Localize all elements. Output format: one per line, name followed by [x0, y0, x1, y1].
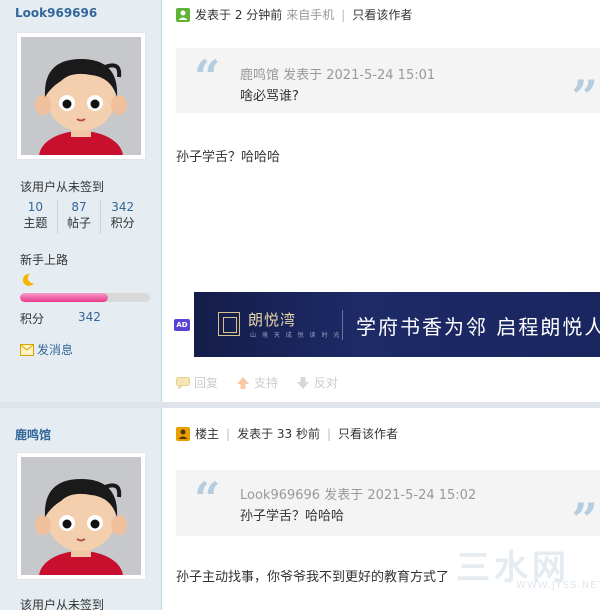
ad-brand-sub: 山 境 天 成 悦 读 时 光 — [250, 332, 342, 339]
post-time: 发表于 2 分钟前 — [195, 8, 283, 22]
divider: | — [326, 426, 332, 441]
ad-banner[interactable]: 朗悦湾 山 境 天 成 悦 读 时 光 学府书香为邻 启程朗悦人 — [194, 292, 600, 357]
only-author-link[interactable]: 只看该作者 — [338, 425, 398, 442]
quote-header: Look969696 发表于 2021-5-24 15:02 — [240, 488, 477, 503]
moon-icon — [22, 273, 34, 286]
author-name[interactable]: 鹿鸣馆 — [15, 426, 51, 443]
avatar-cartoon-icon — [35, 479, 127, 575]
reply-button[interactable]: 回复 — [176, 374, 218, 391]
quote-text: 孙子学舌？哈哈哈 — [240, 509, 345, 524]
quote-text: 啥必骂谁? — [240, 89, 299, 104]
author-name[interactable]: Look969696 — [15, 6, 97, 20]
post-actions: 回复 支持 反对 — [176, 374, 338, 391]
support-button[interactable]: 支持 — [236, 374, 278, 391]
stat-credits-label: 积分 — [110, 216, 135, 230]
user-stats: 10 主题 87 帖子 342 积分 — [14, 200, 144, 234]
ad-slogan: 学府书香为邻 启程朗悦人 — [356, 315, 600, 339]
credit-label: 积分 — [20, 312, 45, 326]
author-sidebar: Look969696 该用户从未签到 10 主题 87 帖子 342 积分 新手… — [0, 0, 162, 402]
quote-header: 鹿鸣馆 发表于 2021-5-24 15:01 — [240, 68, 436, 83]
site-watermark-url: WWW.JYSS.NET — [516, 580, 600, 591]
post-body: 发表于 2 分钟前 来自手机 | 只看该作者 “ 鹿鸣馆 发表于 2021-5-… — [162, 0, 600, 402]
oppose-label[interactable]: 反对 — [314, 374, 338, 391]
stat-posts-value[interactable]: 87 — [58, 200, 101, 215]
online-status-icon — [176, 7, 190, 22]
user-level[interactable]: 新手上路 — [20, 251, 68, 268]
reply-label[interactable]: 回复 — [194, 374, 218, 391]
thumb-down-icon — [297, 376, 310, 389]
from-mobile-link[interactable]: 来自手机 — [286, 6, 334, 23]
post-content: 孙子主动找事，你爷爷我不到更好的教育方式了 — [176, 570, 450, 585]
brand-logo-icon — [218, 312, 240, 336]
stat-threads-value[interactable]: 10 — [14, 200, 57, 215]
avatar[interactable] — [16, 452, 146, 580]
post-1: Look969696 该用户从未签到 10 主题 87 帖子 342 积分 新手… — [0, 0, 600, 402]
ad-brand: 朗悦湾 — [248, 311, 297, 329]
credit-value: 342 — [78, 310, 101, 324]
level-progress-bar — [20, 293, 150, 302]
quote-block: “ Look969696 发表于 2021-5-24 15:02 孙子学舌？哈哈… — [176, 470, 600, 547]
quote-block: “ 鹿鸣馆 发表于 2021-5-24 15:01 啥必骂谁? ” — [176, 48, 600, 124]
post-meta: 发表于 2 分钟前 来自手机 | 只看该作者 — [176, 6, 412, 23]
open-quote-icon: “ — [194, 50, 221, 104]
author-sidebar: 鹿鸣馆 该用户从未签到 — [0, 408, 162, 610]
ad-divider — [342, 310, 343, 340]
envelope-icon — [20, 343, 34, 356]
stat-credits-value[interactable]: 342 — [101, 200, 144, 215]
divider: | — [226, 426, 231, 441]
stat-posts-label: 帖子 — [67, 216, 92, 230]
close-quote-icon: ” — [571, 70, 598, 124]
thumb-up-icon — [237, 376, 250, 389]
level-progress-fill — [20, 293, 109, 302]
owner-badge-icon — [176, 426, 190, 441]
stat-threads[interactable]: 10 主题 — [14, 200, 58, 234]
stat-credits[interactable]: 342 积分 — [101, 200, 144, 234]
send-message-link[interactable]: 发消息 — [20, 341, 73, 358]
support-label[interactable]: 支持 — [254, 374, 278, 391]
only-author-link[interactable]: 只看该作者 — [352, 6, 412, 23]
signin-status: 该用户从未签到 — [20, 180, 105, 194]
close-quote-icon: ” — [571, 493, 598, 547]
divider: | — [341, 7, 346, 22]
stat-threads-label: 主题 — [23, 216, 48, 230]
open-quote-icon: “ — [194, 472, 221, 526]
avatar[interactable] — [16, 32, 146, 160]
post-content: 孙子学舌？哈哈哈 — [176, 150, 281, 165]
oppose-button[interactable]: 反对 — [296, 374, 338, 391]
reply-icon — [176, 376, 190, 389]
signin-status: 该用户从未签到 — [20, 598, 105, 610]
owner-label: 楼主 — [195, 427, 220, 441]
post-meta: 楼主 | 发表于 33 秒前 | 只看该作者 — [176, 425, 398, 442]
avatar-cartoon-icon — [35, 59, 127, 155]
send-message-label[interactable]: 发消息 — [37, 341, 73, 358]
ad-badge: AD — [174, 319, 190, 331]
post-time: 发表于 33 秒前 — [237, 427, 320, 441]
stat-posts[interactable]: 87 帖子 — [58, 200, 102, 234]
